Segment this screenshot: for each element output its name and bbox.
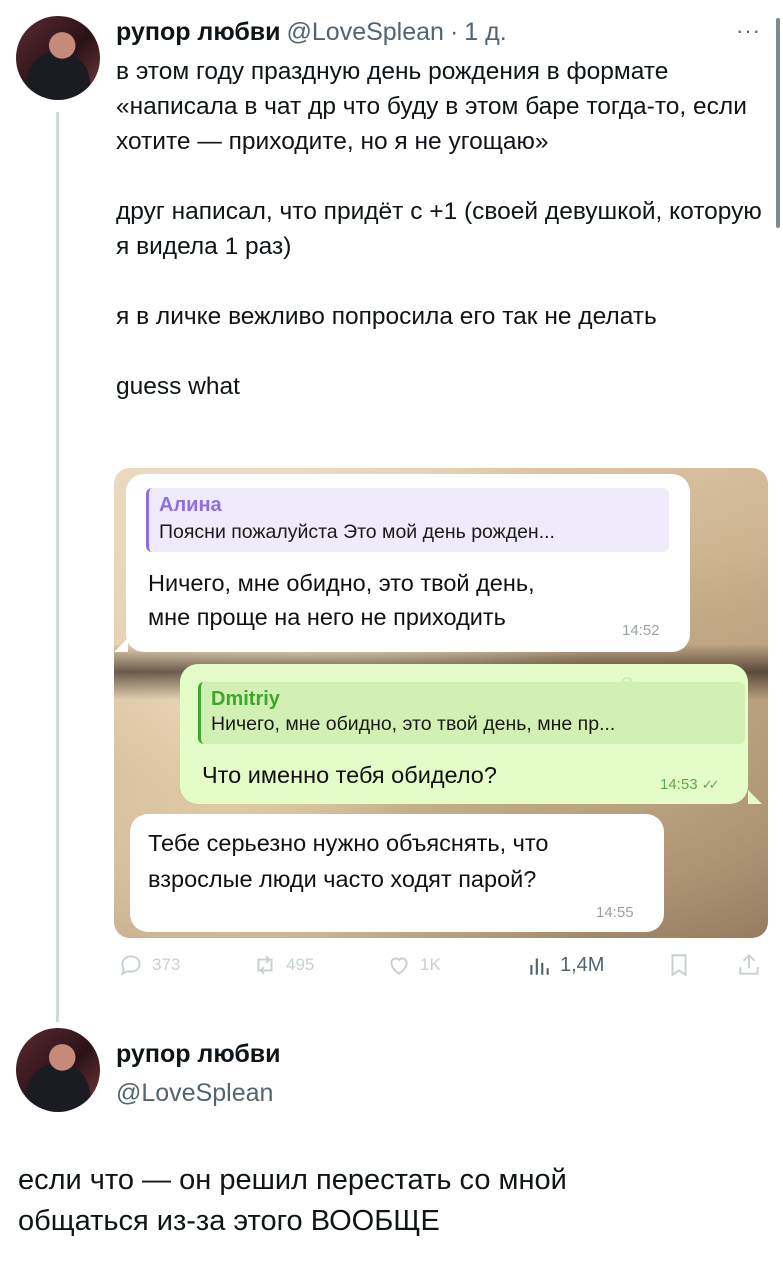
tweet-line: если что — он решил перестать со мной: [18, 1164, 567, 1196]
reply-icon: [120, 955, 141, 976]
tweet-paragraph: guess what: [116, 373, 240, 400]
bubble-tail: [748, 790, 762, 804]
repost-count: 495: [286, 955, 315, 974]
reply-count: 373: [152, 955, 181, 974]
like-icon: [390, 957, 408, 975]
reply-text: Поясни пожалуйста Это мой день рожден...: [159, 521, 555, 543]
tweet-line: общаться из-за этого ВООБЩЕ: [18, 1205, 440, 1237]
reply-quote: Алина Поясни пожалуйста Это мой день рож…: [146, 488, 669, 552]
display-name[interactable]: рупор любви: [116, 1040, 281, 1069]
chat-bubble-incoming: Алина Поясни пожалуйста Это мой день рож…: [126, 474, 690, 652]
share-button[interactable]: [736, 952, 762, 978]
repost-button[interactable]: 495: [252, 952, 314, 978]
read-checks-icon: ✓✓: [701, 777, 720, 792]
attached-image[interactable]: Алина Поясни пожалуйста Это мой день рож…: [114, 468, 768, 938]
like-count: 1K: [420, 955, 441, 974]
message-line: мне проще на него не приходить: [148, 604, 506, 630]
tweet-paragraph: друг написал, что придёт с +1 (своей дев…: [116, 198, 762, 260]
reply-author: Алина: [159, 494, 222, 516]
message-line: Тебе серьезно нужно объяснять, что: [148, 830, 549, 856]
tweet-header: рупор любви @LoveSplean · 1 д.: [116, 18, 507, 47]
bookmark-button[interactable]: [666, 952, 692, 978]
time-separator: ·: [449, 18, 459, 46]
more-options-button[interactable]: ···: [736, 18, 761, 44]
message-line: взрослые люди часто ходят парой?: [148, 866, 537, 892]
share-icon: [739, 953, 759, 975]
views-icon: [530, 958, 549, 975]
reply-button[interactable]: 373: [118, 952, 180, 978]
reply-quote: Dmitriy Ничего, мне обидно, это твой ден…: [198, 682, 745, 744]
message-time-value: 14:53: [660, 776, 698, 793]
message-line: Что именно тебя обидело?: [202, 762, 497, 788]
message-time: 14:53 ✓✓: [660, 776, 720, 793]
bookmark-icon: [671, 954, 687, 977]
reply-text: Ничего, мне обидно, это твой день, мне п…: [211, 713, 616, 735]
tweet-text: если что — он решил перестать со мной об…: [18, 1160, 758, 1242]
reply-author: Dmitriy: [211, 688, 280, 710]
tweet-text: в этом году праздную день рождения в фор…: [116, 54, 771, 404]
scrollbar[interactable]: [776, 18, 780, 228]
views-button[interactable]: 1,4M: [526, 952, 604, 978]
repost-icon: [257, 955, 273, 975]
like-button[interactable]: 1K: [386, 952, 441, 978]
bubble-tail: [114, 638, 128, 652]
handle[interactable]: @LoveSplean: [116, 1079, 281, 1108]
avatar[interactable]: [16, 16, 100, 100]
timestamp[interactable]: 1 д.: [464, 18, 506, 47]
message-line: Ничего, мне обидно, это твой день,: [148, 570, 535, 596]
message-time: 14:55: [596, 904, 634, 921]
tweet-header: рупор любви @LoveSplean: [116, 1040, 281, 1108]
handle[interactable]: @LoveSplean: [287, 18, 444, 47]
thread-line: [56, 112, 59, 1022]
views-count: 1,4M: [560, 953, 605, 976]
tweet-paragraph: в этом году праздную день рождения в фор…: [116, 58, 747, 155]
display-name[interactable]: рупор любви: [116, 18, 281, 47]
chat-bubble-incoming: Тебе серьезно нужно объяснять, что взрос…: [130, 814, 664, 932]
chat-bubble-outgoing: ☺ ☺ ☺ Dmitriy Ничего, мне обидно, это тв…: [180, 664, 748, 804]
tweet-paragraph: я в личке вежливо попросила его так не д…: [116, 303, 657, 330]
avatar[interactable]: [16, 1028, 100, 1112]
message-time: 14:52: [622, 622, 660, 639]
